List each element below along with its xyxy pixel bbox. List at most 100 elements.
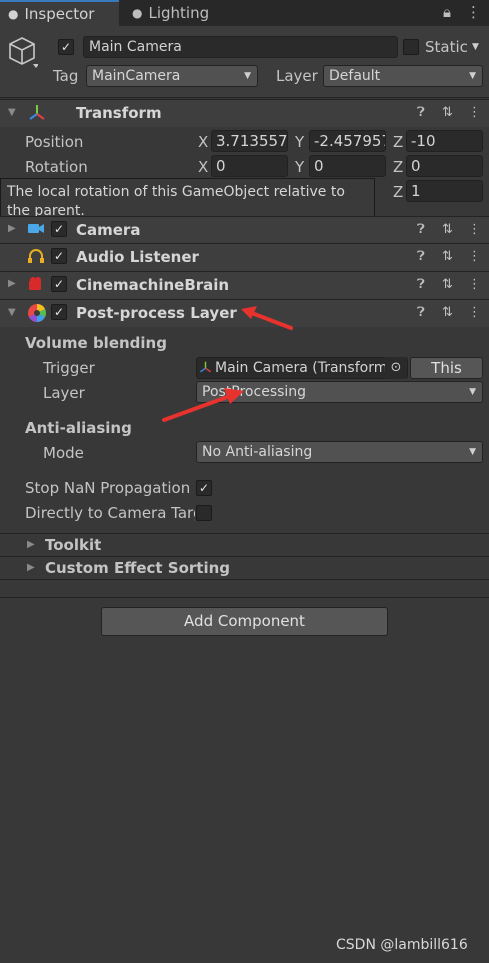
context-menu-icon[interactable]: ⋮ (468, 249, 481, 264)
position-y-field[interactable]: -2.457957 (309, 130, 386, 152)
post-process-icon (27, 303, 47, 327)
rotation-z-field[interactable]: 0 (406, 155, 483, 177)
aa-mode-dropdown-value: No Anti-aliasing (202, 444, 313, 460)
divider (0, 533, 489, 534)
rotation-y-field[interactable]: 0 (309, 155, 386, 177)
pp-layer-label: Layer (43, 384, 85, 402)
stop-nan-checkbox[interactable]: ✓ (196, 480, 212, 496)
foldout-collapsed-icon[interactable]: ▶ (27, 539, 35, 550)
tab-inspector[interactable]: ● Inspector (0, 0, 119, 26)
context-menu-icon[interactable]: ⋮ (468, 222, 481, 237)
foldout-collapsed-icon[interactable]: ▶ (8, 278, 16, 289)
foldout-expanded-icon[interactable]: ▼ (8, 307, 16, 318)
direct-to-target-label: Directly to Camera Target (25, 504, 195, 522)
static-label: Static (425, 38, 468, 56)
position-z-axis[interactable]: Z (393, 133, 403, 151)
preset-icon[interactable]: ⇅ (442, 249, 453, 264)
direct-to-target-checkbox[interactable] (196, 505, 212, 521)
divider (0, 556, 489, 557)
anti-aliasing-heading: Anti-aliasing (25, 419, 132, 437)
context-menu-icon[interactable]: ⋮ (468, 277, 481, 292)
foldout-collapsed-icon[interactable]: ▶ (8, 223, 16, 234)
audio-listener-enabled-checkbox[interactable]: ✓ (51, 248, 67, 264)
tag-dropdown[interactable]: MainCamera ▼ (86, 65, 258, 87)
audio-listener-header[interactable] (0, 243, 489, 271)
tab-inspector-label: Inspector (24, 5, 95, 23)
cinemachine-brain-header[interactable] (0, 271, 489, 299)
context-menu-icon[interactable]: ⋮ (468, 305, 481, 320)
trigger-object-value: Main Camera (Transform) (215, 360, 393, 376)
add-component-button[interactable]: Add Component (101, 607, 388, 636)
layer-label: Layer (276, 67, 318, 85)
context-menu-icon[interactable]: ⋮ (468, 105, 481, 120)
camera-icon (27, 221, 45, 239)
audio-listener-title: Audio Listener (76, 248, 199, 266)
rotation-x-axis[interactable]: X (198, 158, 208, 176)
chevron-down-icon: ▼ (469, 447, 476, 457)
preset-icon[interactable]: ⇅ (442, 305, 453, 320)
foldout-expanded-icon[interactable]: ▼ (8, 107, 16, 118)
help-icon[interactable]: ❓︎ (417, 277, 425, 292)
help-icon[interactable]: ❓︎ (417, 222, 425, 237)
custom-sorting-foldout[interactable]: Custom Effect Sorting (45, 559, 230, 577)
camera-title: Camera (76, 221, 141, 239)
lock-icon[interactable]: 🔒︎ (443, 3, 451, 21)
pp-layer-dropdown[interactable]: PostProcessing ▼ (196, 381, 483, 403)
static-checkbox[interactable] (403, 39, 419, 55)
preset-icon[interactable]: ⇅ (442, 105, 453, 120)
aa-mode-dropdown[interactable]: No Anti-aliasing ▼ (196, 441, 483, 463)
rotation-z-axis[interactable]: Z (393, 158, 403, 176)
post-process-layer-header[interactable] (0, 299, 489, 327)
layer-dropdown[interactable]: Default ▼ (323, 65, 483, 87)
rotation-x-field[interactable]: 0 (211, 155, 288, 177)
help-icon[interactable]: ❓︎ (417, 305, 425, 320)
scale-z-field[interactable]: 1 (406, 180, 483, 202)
more-menu-icon[interactable]: ⋮ (466, 3, 481, 21)
cinemachine-brain-title: CinemachineBrain (76, 276, 230, 294)
layer-dropdown-value: Default (329, 68, 381, 84)
preset-icon[interactable]: ⇅ (442, 277, 453, 292)
camera-enabled-checkbox[interactable]: ✓ (51, 221, 67, 237)
tag-label: Tag (53, 67, 79, 85)
transform-header[interactable] (0, 99, 489, 127)
camera-header[interactable] (0, 216, 489, 244)
mode-label: Mode (43, 444, 84, 462)
preset-icon[interactable]: ⇅ (442, 222, 453, 237)
object-picker-icon[interactable]: ⊙ (385, 357, 407, 379)
trigger-label: Trigger (43, 359, 95, 377)
trigger-object-field[interactable]: Main Camera (Transform) (196, 357, 408, 379)
post-process-enabled-checkbox[interactable]: ✓ (51, 304, 67, 320)
chevron-down-icon: ▼ (244, 71, 251, 81)
help-icon[interactable]: ❓︎ (417, 249, 425, 264)
post-process-layer-title: Post-process Layer (76, 304, 237, 322)
rotation-y-axis[interactable]: Y (295, 158, 304, 176)
transform-title: Transform (76, 104, 162, 122)
cinemachine-enabled-checkbox[interactable]: ✓ (51, 276, 67, 292)
position-x-axis[interactable]: X (198, 133, 208, 151)
position-label[interactable]: Position (25, 133, 83, 151)
toolkit-foldout[interactable]: Toolkit (45, 536, 101, 554)
object-name-field[interactable]: Main Camera (83, 36, 398, 58)
static-dropdown-arrow-icon[interactable]: ▼ (472, 42, 479, 52)
foldout-collapsed-icon[interactable]: ▶ (27, 562, 35, 573)
headphones-icon (27, 248, 45, 268)
chevron-down-icon: ▼ (469, 71, 476, 81)
position-y-axis[interactable]: Y (295, 133, 304, 151)
tab-lighting-label: Lighting (148, 4, 210, 22)
position-x-field[interactable]: 3.713557 (211, 130, 288, 152)
active-checkbox[interactable]: ✓ (58, 39, 74, 55)
this-button[interactable]: This (410, 357, 483, 379)
stop-nan-label: Stop NaN Propagation (25, 479, 191, 497)
lightbulb-icon: ● (132, 6, 143, 20)
scale-z-axis[interactable]: Z (393, 183, 403, 201)
rotation-label[interactable]: Rotation (25, 158, 88, 176)
volume-blending-heading: Volume blending (25, 334, 167, 352)
position-z-field[interactable]: -10 (406, 130, 483, 152)
info-icon: ● (8, 7, 19, 21)
cinemachine-icon (27, 276, 45, 296)
gameobject-cube-icon[interactable] (8, 36, 39, 70)
chevron-down-icon: ▼ (469, 387, 476, 397)
transform-icon (28, 104, 46, 126)
help-icon[interactable]: ❓︎ (417, 105, 425, 120)
tab-lighting[interactable]: ● Lighting (124, 0, 234, 26)
